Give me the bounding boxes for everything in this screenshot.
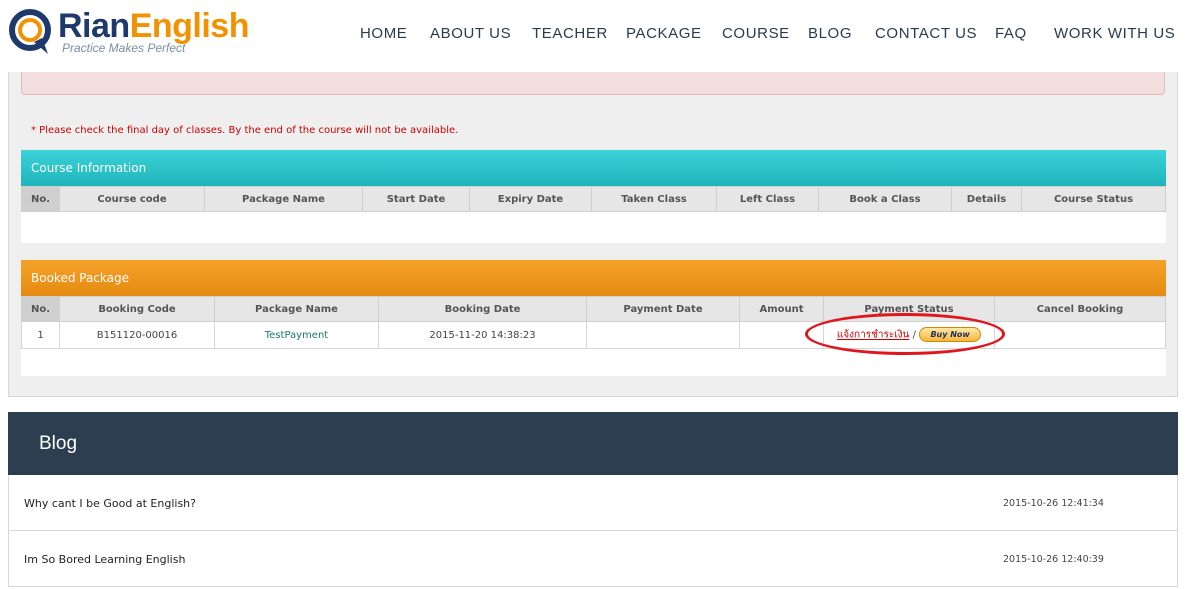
blog-post[interactable]: Why cant I be Good at English? 2015-10-2… [8,475,1178,531]
table-row: 1 B151120-00016 TestPayment 2015-11-20 1… [21,321,1166,349]
separator: / [912,329,916,341]
blog-post[interactable]: Im So Bored Learning English 2015-10-26 … [8,531,1178,587]
course-information-box: Course Information No. Course code Packa… [21,150,1166,243]
course-information-title: Course Information [21,150,1166,186]
nav-course[interactable]: COURSE [722,25,790,42]
cancel-booking [994,321,1166,349]
blog-post-date: 2015-10-26 12:41:34 [1003,498,1104,509]
course-table: No. Course code Package Name Start Date … [21,186,1166,212]
course-table-header: No. Course code Package Name Start Date … [21,186,1166,212]
blog-post-date: 2015-10-26 12:40:39 [1003,554,1104,565]
nav-about-us[interactable]: ABOUT US [430,25,511,42]
payment-status: แจ้งการชำระเงิน / Buy Now [823,321,995,349]
column-header: Payment Date [586,296,740,322]
column-header: Amount [739,296,824,322]
booking-code: B151120-00016 [59,321,215,349]
column-header: Book a Class [818,186,952,212]
booked-table-header: No. Booking Code Package Name Booking Da… [21,296,1166,322]
column-header: Course Status [1021,186,1166,212]
nav-faq[interactable]: FAQ [995,25,1027,42]
column-header: Details [951,186,1022,212]
payment-date [586,321,740,349]
column-header: Booking Code [59,296,215,322]
column-header: Payment Status [823,296,995,322]
column-header: Start Date [362,186,470,212]
course-notice: * Please check the final day of classes.… [31,125,459,136]
nav-teacher[interactable]: TEACHER [532,25,608,42]
booked-package-table: No. Booking Code Package Name Booking Da… [21,296,1166,349]
nav-blog[interactable]: BLOG [808,25,852,42]
nav-home[interactable]: HOME [360,25,407,42]
alert-box [21,72,1165,95]
blog-title: Blog [8,412,1178,475]
row-number: 1 [21,321,60,349]
site-header: RianEnglish Practice Makes Perfect HOME … [0,0,1189,72]
nav-contact-us[interactable]: CONTACT US [875,25,977,42]
column-header: Package Name [214,296,379,322]
column-header: Cancel Booking [994,296,1166,322]
buy-now-button[interactable]: Buy Now [919,327,982,343]
column-header: Taken Class [591,186,717,212]
blog-section: Blog Why cant I be Good at English? 2015… [8,412,1178,589]
amount [739,321,824,349]
booked-package-title: Booked Package [21,260,1166,296]
column-header: Expiry Date [469,186,592,212]
blog-post-title[interactable]: Im So Bored Learning English [24,553,185,566]
column-header: Left Class [716,186,819,212]
booked-package-box: Booked Package No. Booking Code Package … [21,260,1166,376]
column-header: No. [21,296,60,322]
blog-post-title[interactable]: Why cant I be Good at English? [24,497,196,510]
account-panel: * Please check the final day of classes.… [8,72,1178,397]
column-header: Booking Date [378,296,587,322]
nav-work-with-us[interactable]: WORK WITH US [1054,25,1175,42]
nav-package[interactable]: PACKAGE [626,25,702,42]
booking-date: 2015-11-20 14:38:23 [378,321,587,349]
column-header: No. [21,186,60,212]
main-nav: HOME ABOUT US TEACHER PACKAGE COURSE BLO… [0,25,1189,45]
column-header: Course code [59,186,205,212]
package-name: TestPayment [214,321,379,349]
notify-payment-link[interactable]: แจ้งการชำระเงิน [837,330,910,341]
column-header: Package Name [204,186,363,212]
